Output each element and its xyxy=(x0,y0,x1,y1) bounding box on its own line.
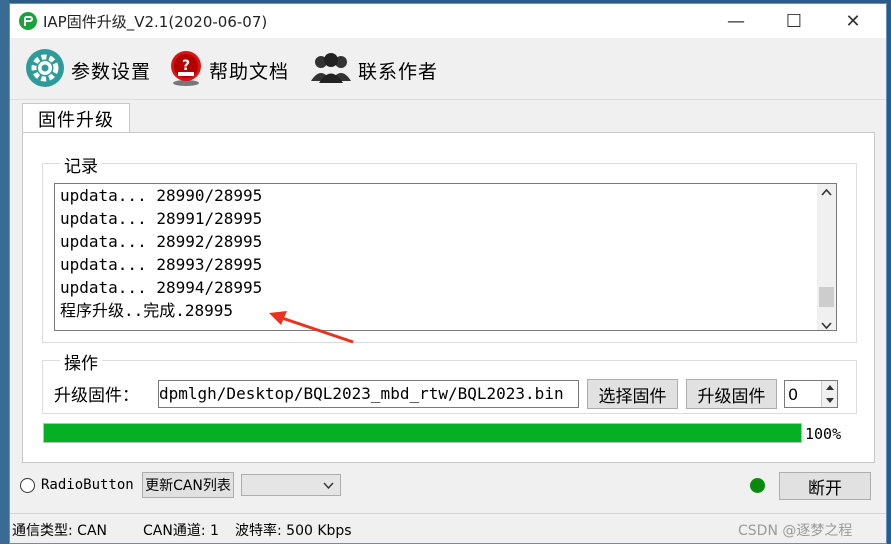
log-line: updata... 28991/28995 xyxy=(60,209,263,228)
log-line-complete: 程序升级..完成.28995 xyxy=(60,301,234,320)
log-line: updata... 28993/28995 xyxy=(60,255,263,274)
scroll-thumb[interactable] xyxy=(819,287,834,307)
desktop-left-strip xyxy=(0,0,9,544)
log-textbox[interactable]: updata... 28990/28995 updata... 28991/28… xyxy=(54,183,837,331)
operation-group-label: 操作 xyxy=(60,349,102,374)
log-line: updata... 28994/28995 xyxy=(60,278,263,297)
upgrade-progress-bar xyxy=(43,423,802,443)
settings-label: 参数设置 xyxy=(71,60,152,83)
status-bar: 通信类型: CAN CAN通道: 1 波特率: 500 Kbps CSDN @逐… xyxy=(10,513,886,543)
status-can-channel: CAN通道: 1 xyxy=(143,523,219,539)
scroll-up-icon[interactable] xyxy=(821,188,832,199)
can-device-select[interactable] xyxy=(241,474,341,496)
spinbox-buttons[interactable] xyxy=(821,381,837,407)
refresh-can-list-button[interactable]: 更新CAN列表 xyxy=(142,472,234,498)
annotation-arrow-icon xyxy=(269,311,354,344)
radio-label: RadioButton xyxy=(41,477,134,493)
users-icon xyxy=(310,51,352,90)
gear-icon xyxy=(25,48,65,93)
help-icon: ? xyxy=(169,50,203,91)
log-line: updata... 28990/28995 xyxy=(60,186,263,205)
radio-circle-icon xyxy=(20,477,35,493)
contact-button[interactable]: 联系作者 xyxy=(310,50,438,90)
log-scrollbar[interactable] xyxy=(817,184,836,330)
progress-percent: 100% xyxy=(805,425,842,443)
contact-label: 联系作者 xyxy=(358,60,439,83)
status-baud-rate: 波特率: 500 Kbps xyxy=(235,523,352,539)
scroll-down-icon[interactable] xyxy=(821,315,832,334)
close-button[interactable]: ✕ xyxy=(824,4,882,38)
toolbar: 参数设置 ? 帮助文档 联系作者 xyxy=(10,38,886,100)
help-button[interactable]: ? 帮助文档 xyxy=(169,50,289,90)
log-group-label: 记录 xyxy=(60,152,102,177)
help-label: 帮助文档 xyxy=(209,60,290,83)
tab-firmware-upgrade[interactable]: 固件升级 xyxy=(22,103,130,133)
status-comm-type: 通信类型: CAN xyxy=(12,523,107,539)
disconnect-button[interactable]: 断开 xyxy=(779,472,871,500)
maximize-button[interactable]: ☐ xyxy=(765,4,823,38)
log-line: updata... 28992/28995 xyxy=(60,232,263,251)
app-icon xyxy=(19,12,37,30)
select-firmware-button[interactable]: 选择固件 xyxy=(587,379,678,409)
retry-spinbox[interactable]: 0 xyxy=(784,380,838,408)
app-window: IAP固件升级_V2.1(2020-06-07) — ☐ ✕ 参数设置 ? 帮助… xyxy=(9,3,887,544)
radio-button[interactable]: RadioButton xyxy=(20,477,134,493)
watermark: CSDN @逐梦之程 xyxy=(738,523,853,539)
connection-status-indicator xyxy=(750,478,765,493)
firmware-path-input[interactable]: dpmlgh/Desktop/BQL2023_mbd_rtw/BQL2023.b… xyxy=(158,380,579,408)
upgrade-firmware-button[interactable]: 升级固件 xyxy=(686,379,777,409)
minimize-button[interactable]: — xyxy=(707,4,765,38)
svg-text:?: ? xyxy=(182,58,190,74)
chevron-down-icon xyxy=(323,482,334,489)
settings-button[interactable]: 参数设置 xyxy=(25,48,152,93)
window-title: IAP固件升级_V2.1(2020-06-07) xyxy=(43,13,268,31)
firmware-label: 升级固件： xyxy=(54,386,139,406)
tab-panel: 记录 updata... 28990/28995 updata... 28991… xyxy=(22,132,875,463)
progress-fill xyxy=(44,424,801,442)
title-bar: IAP固件升级_V2.1(2020-06-07) — ☐ ✕ xyxy=(10,4,886,38)
spinbox-value: 0 xyxy=(788,385,799,404)
